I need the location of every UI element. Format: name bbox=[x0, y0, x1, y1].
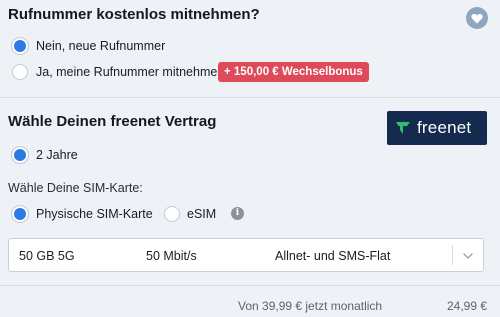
freenet-logo-text: freenet bbox=[417, 118, 472, 137]
physical-sim-label[interactable]: Physische SIM-Karte bbox=[36, 207, 153, 221]
radio-esim[interactable] bbox=[164, 206, 180, 222]
info-icon[interactable]: i bbox=[231, 207, 244, 220]
radio-physical-sim[interactable] bbox=[12, 206, 28, 222]
select-separator bbox=[452, 245, 453, 265]
chevron-down-icon[interactable] bbox=[461, 249, 475, 263]
price-new: 24,99 € bbox=[447, 299, 488, 313]
tariff-select[interactable]: 50 GB 5G 50 Mbit/s Allnet- und SMS-Flat bbox=[8, 238, 484, 272]
bonus-badge: + 150,00 € Wechselbonus bbox=[218, 62, 369, 82]
radio-keep-number[interactable] bbox=[12, 64, 28, 80]
radio-duration-2-years[interactable] bbox=[12, 147, 28, 163]
tariff-flat: Allnet- und SMS-Flat bbox=[275, 249, 391, 263]
option-new-number-label[interactable]: Nein, neue Rufnummer bbox=[36, 39, 165, 53]
price-old: Von 39,99 € jetzt monatlich bbox=[238, 299, 383, 313]
porting-title: Rufnummer kostenlos mitnehmen? bbox=[8, 6, 260, 23]
freenet-logo-icon bbox=[396, 122, 410, 134]
freenet-logo: freenet bbox=[387, 111, 487, 145]
esim-label[interactable]: eSIM bbox=[187, 207, 216, 221]
heart-icon bbox=[471, 13, 483, 23]
tariff-data-volume: 50 GB 5G bbox=[19, 249, 75, 263]
duration-label[interactable]: 2 Jahre bbox=[36, 148, 78, 162]
favorite-button[interactable] bbox=[466, 7, 488, 29]
contract-title: Wähle Deinen freenet Vertrag bbox=[8, 113, 217, 130]
radio-new-number[interactable] bbox=[12, 38, 28, 54]
price-divider bbox=[0, 285, 500, 286]
option-keep-number-label[interactable]: Ja, meine Rufnummer mitnehmen bbox=[36, 65, 224, 79]
sim-heading: Wähle Deine SIM-Karte: bbox=[8, 181, 143, 195]
section-divider bbox=[0, 97, 500, 98]
tariff-speed: 50 Mbit/s bbox=[146, 249, 197, 263]
